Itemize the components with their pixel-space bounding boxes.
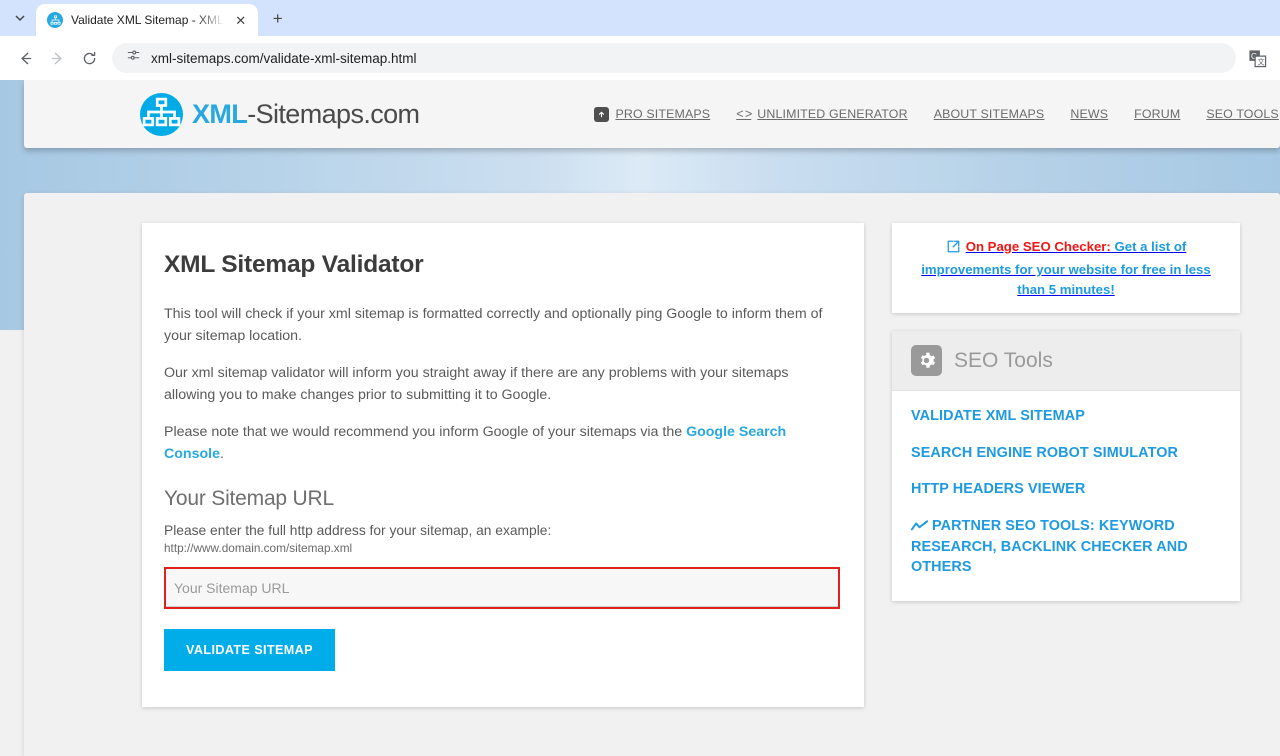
- seo-link-http-headers-viewer[interactable]: HTTP HEADERS VIEWER: [911, 480, 1221, 499]
- nav-label: ABOUT SITEMAPS: [934, 107, 1045, 121]
- external-link-icon: [946, 239, 961, 260]
- promo-highlight: On Page SEO Checker:: [966, 239, 1111, 254]
- address-bar[interactable]: xml-sitemaps.com/validate-xml-sitemap.ht…: [112, 43, 1236, 73]
- forward-button[interactable]: [42, 43, 72, 73]
- paragraph-3-prefix: Please note that we would recommend you …: [164, 424, 686, 440]
- partner-seo-tools-label: PARTNER SEO TOOLS: KEYWORD RESEARCH, BAC…: [911, 518, 1188, 575]
- intro-paragraph-3: Please note that we would recommend you …: [164, 421, 830, 465]
- logo-text: XML-Sitemaps.com: [192, 99, 419, 130]
- site-settings-icon[interactable]: [126, 48, 141, 68]
- arrow-right-icon: [49, 50, 66, 67]
- intro-paragraph-2: Our xml sitemap validator will inform yo…: [164, 362, 830, 406]
- arrow-left-icon: [17, 50, 34, 67]
- intro-paragraph-1: This tool will check if your xml sitemap…: [164, 303, 830, 347]
- nav-label: UNLIMITED GENERATOR: [757, 107, 907, 121]
- back-button[interactable]: [10, 43, 40, 73]
- sitemap-url-input[interactable]: [166, 569, 838, 607]
- tab-search-button[interactable]: [6, 4, 34, 32]
- nav-item-seo-tools[interactable]: SEO TOOLS: [1206, 107, 1279, 121]
- site-header: XML-Sitemaps.com PRO SITEMAPS < > UNLIMI…: [24, 80, 1280, 148]
- nav-label: PRO SITEMAPS: [615, 107, 710, 121]
- tab-strip: Validate XML Sitemap - XML ✕ +: [0, 0, 1280, 36]
- sitemap-tree-icon: [140, 93, 183, 136]
- nav-label: NEWS: [1070, 107, 1108, 121]
- seo-link-partner-seo-tools[interactable]: PARTNER SEO TOOLS: KEYWORD RESEARCH, BAC…: [911, 517, 1221, 577]
- nav-item-news[interactable]: NEWS: [1070, 107, 1108, 121]
- site-logo[interactable]: XML-Sitemaps.com: [140, 93, 419, 136]
- tab-title: Validate XML Sitemap - XML: [71, 13, 224, 27]
- nav-label: FORUM: [1134, 107, 1180, 121]
- paragraph-3-suffix: .: [220, 446, 224, 462]
- nav-item-about-sitemaps[interactable]: ABOUT SITEMAPS: [934, 107, 1045, 121]
- browser-tab[interactable]: Validate XML Sitemap - XML ✕: [36, 4, 258, 36]
- sitemap-url-example: http://www.domain.com/sitemap.xml: [164, 541, 830, 555]
- chevron-down-icon: [15, 13, 25, 23]
- seo-tools-panel: SEO Tools VALIDATE XML SITEMAP SEARCH EN…: [892, 331, 1240, 601]
- logo-text-primary: XML: [192, 99, 247, 129]
- close-icon[interactable]: ✕: [232, 11, 250, 29]
- content-panel: XML Sitemap Validator This tool will che…: [24, 193, 1280, 756]
- trend-line-icon: [911, 519, 928, 538]
- code-brackets-icon: < >: [736, 107, 751, 121]
- seo-tools-header: SEO Tools: [892, 331, 1240, 391]
- site-nav: PRO SITEMAPS < > UNLIMITED GENERATOR ABO…: [594, 107, 1278, 122]
- on-page-seo-checker-promo[interactable]: On Page SEO Checker: Get a list of impro…: [892, 223, 1240, 313]
- reload-icon: [81, 50, 98, 67]
- nav-item-pro-sitemaps[interactable]: PRO SITEMAPS: [594, 107, 710, 122]
- svg-text:文: 文: [1257, 57, 1264, 66]
- sitemap-url-highlight: [164, 567, 840, 609]
- seo-link-search-engine-robot-simulator[interactable]: SEARCH ENGINE ROBOT SIMULATOR: [911, 444, 1221, 463]
- sitemap-url-subheading: Your Sitemap URL: [164, 487, 830, 511]
- url-text[interactable]: xml-sitemaps.com/validate-xml-sitemap.ht…: [151, 51, 1224, 66]
- validator-card: XML Sitemap Validator This tool will che…: [142, 223, 864, 707]
- seo-link-validate-xml-sitemap[interactable]: VALIDATE XML SITEMAP: [911, 407, 1221, 426]
- page-title: XML Sitemap Validator: [164, 251, 830, 279]
- gear-icon: [911, 345, 942, 376]
- nav-label: SEO TOOLS: [1206, 107, 1279, 121]
- logo-text-secondary: -Sitemaps.com: [247, 99, 419, 129]
- sitemap-favicon-icon: [47, 12, 63, 28]
- page-viewport: XML-Sitemaps.com PRO SITEMAPS < > UNLIMI…: [0, 80, 1280, 756]
- new-tab-button[interactable]: +: [264, 5, 292, 33]
- translate-icon[interactable]: G 文: [1244, 45, 1270, 71]
- seo-tools-links: VALIDATE XML SITEMAP SEARCH ENGINE ROBOT…: [892, 391, 1240, 601]
- validate-sitemap-button[interactable]: VALIDATE SITEMAP: [164, 629, 335, 671]
- nav-item-forum[interactable]: FORUM: [1134, 107, 1180, 121]
- browser-window: Validate XML Sitemap - XML ✕ +: [0, 0, 1280, 756]
- browser-toolbar: xml-sitemaps.com/validate-xml-sitemap.ht…: [0, 36, 1280, 80]
- reload-button[interactable]: [74, 43, 104, 73]
- seo-tools-title: SEO Tools: [954, 349, 1053, 373]
- sidebar: On Page SEO Checker: Get a list of impro…: [892, 223, 1240, 707]
- nav-item-unlimited-generator[interactable]: < > UNLIMITED GENERATOR: [736, 107, 907, 121]
- upload-box-icon: [594, 107, 609, 122]
- sitemap-url-hint: Please enter the full http address for y…: [164, 523, 830, 538]
